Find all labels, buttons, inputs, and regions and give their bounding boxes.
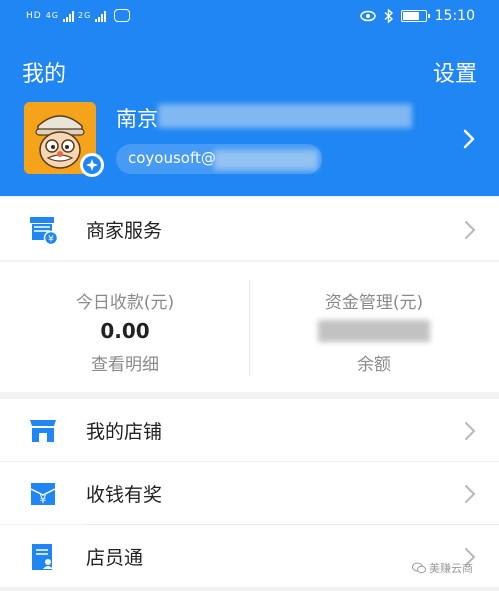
settings-button[interactable]: 设置 [433,56,477,88]
watermark-text: 美赚云商 [429,562,473,575]
svg-text:¥: ¥ [40,493,47,506]
status-right: 15:10 [359,8,475,24]
signal-icon-2 [95,10,107,22]
signal-icon [63,10,74,22]
store-icon [28,416,58,450]
redacted-company [158,104,412,128]
chevron-right-icon [464,484,476,508]
menu-item-label: 店员通 [86,547,144,569]
verified-badge-icon [80,153,104,177]
status-bar: HD 4G 2G 15:10 [0,0,499,34]
menu-item-label: 我的店铺 [86,421,163,443]
company-name: 南京 [116,103,158,133]
chevron-right-icon [464,421,476,445]
svg-text:¥: ¥ [48,235,54,245]
hd-indicator: HD [26,10,42,21]
company-name-text: 南京 [116,107,158,131]
view-details-link[interactable]: 查看明细 [0,350,250,375]
stats-panel: 今日收款(元) 0.00 查看明细 资金管理(元) 余额 [0,262,499,392]
staff-card-icon [28,542,58,576]
network-2g: 2G [78,11,92,20]
watermark: 美赚云商 [412,560,473,576]
bluetooth-icon [384,9,393,23]
yen-gift-icon: ¥ [28,479,58,513]
page-title: 我的 [22,62,67,87]
merchant-service-row[interactable]: ¥ 商家服务 [0,198,499,260]
menu-item-staff[interactable]: 店员通 [0,525,499,587]
chevron-right-icon [464,220,476,244]
redacted-email [214,150,318,170]
menu-item-my-store[interactable]: 我的店铺 [0,399,499,461]
battery-icon [400,10,430,22]
network-4g: 4G [45,11,59,20]
redacted-balance [318,320,430,342]
today-income-value: 0.00 [100,319,150,343]
merchant-service-icon: ¥ [28,215,59,249]
account-email: coyousoft@ [128,149,216,167]
menu-item-label: 收钱有奖 [86,484,163,506]
today-income-label: 今日收款(元) [75,293,175,313]
fund-management-label[interactable]: 资金管理(元) [249,288,499,313]
profile-chevron-icon[interactable] [462,128,476,154]
wechat-icon [412,562,426,574]
eye-icon [359,10,376,22]
clock: 15:10 [434,8,475,24]
menu-item-cash-reward[interactable]: ¥ 收钱有奖 [0,462,499,524]
status-left: HD 4G 2G [26,9,131,22]
battery-level [402,12,419,20]
merchant-service-label: 商家服务 [86,220,163,242]
message-notification-icon [114,9,131,22]
balance-label: 余额 [357,355,391,375]
